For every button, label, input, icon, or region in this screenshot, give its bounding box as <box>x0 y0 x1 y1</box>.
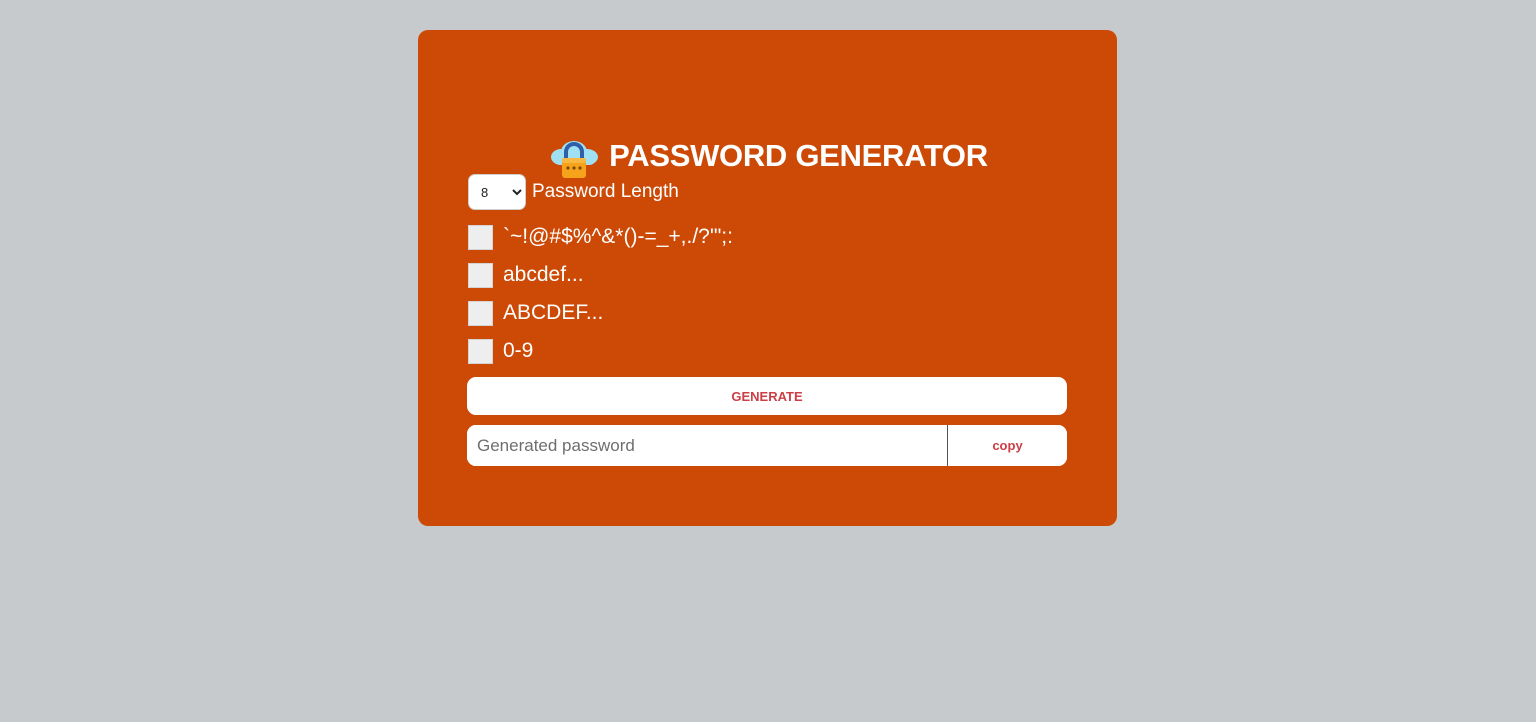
option-uppercase: ABCDEF... <box>468 300 603 326</box>
symbols-label: `~!@#$%^&*()-=_+,./?'";: <box>503 225 733 248</box>
password-generator-card: PASSWORD GENERATOR 8 Password Length `~!… <box>418 30 1117 526</box>
lowercase-checkbox[interactable] <box>468 262 493 288</box>
option-symbols: `~!@#$%^&*()-=_+,./?'";: <box>468 224 733 250</box>
option-lowercase: abcdef... <box>468 262 584 288</box>
password-length-label: Password Length <box>532 181 679 202</box>
numbers-checkbox[interactable] <box>468 338 493 364</box>
page-title: PASSWORD GENERATOR <box>609 138 988 173</box>
copy-button[interactable]: copy <box>948 425 1067 466</box>
generate-button[interactable]: GENERATE <box>467 377 1067 415</box>
uppercase-checkbox[interactable] <box>468 300 493 326</box>
generated-password-field[interactable] <box>467 425 948 466</box>
option-numbers: 0-9 <box>468 338 533 364</box>
output-row: copy <box>467 425 1067 466</box>
uppercase-label: ABCDEF... <box>503 301 604 324</box>
cloud-lock-icon <box>551 141 599 178</box>
numbers-label: 0-9 <box>503 339 534 362</box>
lowercase-label: abcdef... <box>503 263 584 286</box>
symbols-checkbox[interactable] <box>468 224 493 250</box>
password-length-row: 8 Password Length <box>468 174 679 210</box>
password-length-select[interactable]: 8 <box>468 174 526 210</box>
